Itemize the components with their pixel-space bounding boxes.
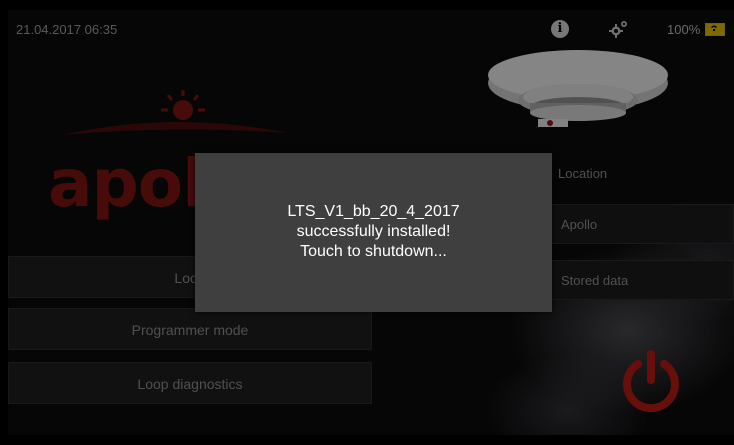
device-frame: 21.04.2017 06:35 i 100% apollo Loop Prog…	[0, 0, 734, 445]
install-complete-dialog[interactable]: LTS_V1_bb_20_4_2017 successfully install…	[195, 153, 552, 312]
screen: 21.04.2017 06:35 i 100% apollo Loop Prog…	[8, 10, 734, 435]
dialog-message: LTS_V1_bb_20_4_2017 successfully install…	[195, 202, 552, 262]
dialog-line-instruction: Touch to shutdown...	[300, 243, 447, 260]
dialog-line-status: successfully installed!	[296, 223, 451, 240]
dialog-line-filename: LTS_V1_bb_20_4_2017	[287, 203, 460, 220]
